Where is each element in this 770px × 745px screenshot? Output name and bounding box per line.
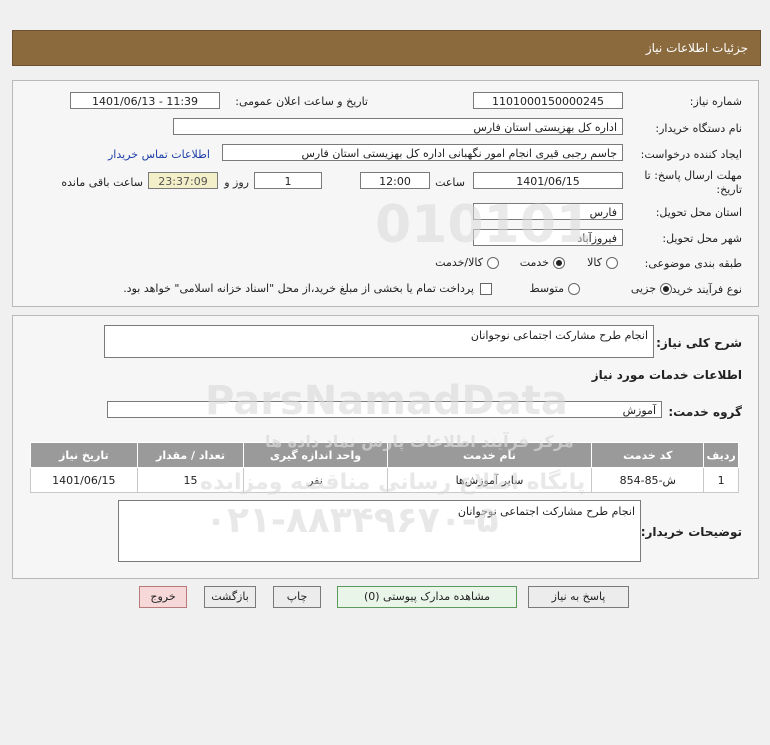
buyer-contact-link[interactable]: اطلاعات تماس خریدار (108, 148, 210, 161)
back-button[interactable]: بازگشت (204, 586, 256, 608)
cell-unit: نفر (243, 467, 388, 493)
creator-field: جاسم رجبی قیری انجام امور نگهبانی اداره … (222, 144, 623, 161)
province-label: استان محل تحویل: (655, 206, 742, 219)
buyer-org-label: نام دستگاه خریدار: (655, 122, 742, 135)
col-row-header: ردیف (703, 442, 739, 468)
days-label: روز و (224, 176, 249, 189)
col-date-header: تاریخ نیاز (30, 442, 138, 468)
buyer-notes-label: توضیحات خریدار: (640, 525, 742, 539)
table-header-row: ردیف کد خدمت نام خدمت واحد اندازه گیری ت… (30, 442, 739, 468)
process-option-medium: متوسط (529, 282, 564, 295)
deadline-label-date: تاریخ: (716, 183, 742, 196)
category-option-goods: کالا (587, 256, 602, 269)
reply-button[interactable]: پاسخ به نیاز (528, 586, 629, 608)
creator-label: ایجاد کننده درخواست: (640, 148, 742, 161)
summary-field: انجام طرح مشارکت اجتماعی نوجوانان (104, 325, 654, 358)
col-name-header: نام خدمت (386, 442, 593, 468)
cell-code: ش-85-854 (591, 467, 705, 493)
buyer-org-field: اداره کل بهزیستی استان فارس (173, 118, 623, 135)
print-button[interactable]: چاپ (273, 586, 321, 608)
page-header: جزئیات اطلاعات نیاز (12, 30, 761, 66)
need-details-panel (12, 80, 759, 307)
city-label: شهر محل تحویل: (662, 232, 742, 245)
deadline-time-field: 12:00 (360, 172, 430, 189)
province-field: فارس (473, 203, 623, 220)
col-quantity-header: تعداد / مقدار (136, 442, 245, 468)
deadline-date-field: 1401/06/15 (473, 172, 623, 189)
services-table: ردیف کد خدمت نام خدمت واحد اندازه گیری ت… (30, 442, 739, 493)
need-number-label: شماره نیاز: (689, 95, 742, 108)
remaining-time-field: 23:37:09 (148, 172, 218, 189)
view-documents-button[interactable]: مشاهده مدارک پیوستی (0) (337, 586, 517, 608)
announce-field: 1401/06/13 - 11:39 (70, 92, 220, 109)
col-code-header: کد خدمت (591, 442, 705, 468)
category-radio-service[interactable] (553, 257, 565, 269)
buyer-notes-field: انجام طرح مشارکت اجتماعی نوجوانان (118, 500, 641, 562)
col-unit-header: واحد اندازه گیری (243, 442, 388, 468)
category-option-service: خدمت (519, 256, 549, 269)
process-option-minor: جزیی (630, 282, 656, 295)
category-label: طبقه بندی موضوعی: (644, 257, 742, 270)
category-radio-goods[interactable] (606, 257, 618, 269)
exit-button[interactable]: خروج (139, 586, 187, 608)
summary-label: شرح کلی نیاز: (656, 336, 742, 350)
days-field: 1 (254, 172, 322, 189)
cell-row: 1 (703, 467, 739, 493)
cell-date: 1401/06/15 (30, 467, 138, 493)
remaining-label: ساعت باقی مانده (61, 176, 143, 189)
category-option-goods-service: کالا/خدمت (435, 256, 483, 269)
deadline-label: مهلت ارسال پاسخ: تا (644, 169, 742, 182)
table-row: 1 ش-85-854 سایر آموزش‌ها نفر 15 1401/06/… (30, 467, 739, 493)
deadline-time-label: ساعت (435, 176, 465, 189)
treasury-payment-note: پرداخت تمام یا بخشی از مبلغ خرید،از محل … (123, 282, 474, 295)
services-section-title: اطلاعات خدمات مورد نیاز (591, 368, 742, 382)
process-label: نوع فرآیند خرید : (664, 283, 742, 296)
process-radio-minor[interactable] (660, 283, 672, 295)
category-radio-goods-service[interactable] (487, 257, 499, 269)
service-group-label: گروه خدمت: (668, 405, 742, 419)
service-group-field: آموزش (107, 401, 662, 418)
cell-quantity: 15 (136, 467, 245, 493)
cell-name: سایر آموزش‌ها (386, 467, 593, 493)
announce-label: تاریخ و ساعت اعلان عمومی: (235, 95, 368, 108)
treasury-payment-checkbox[interactable] (480, 283, 492, 295)
city-field: فیروزآباد (473, 229, 623, 246)
process-radio-medium[interactable] (568, 283, 580, 295)
page-title: جزئیات اطلاعات نیاز (645, 41, 748, 55)
need-number-field: 1101000150000245 (473, 92, 623, 109)
